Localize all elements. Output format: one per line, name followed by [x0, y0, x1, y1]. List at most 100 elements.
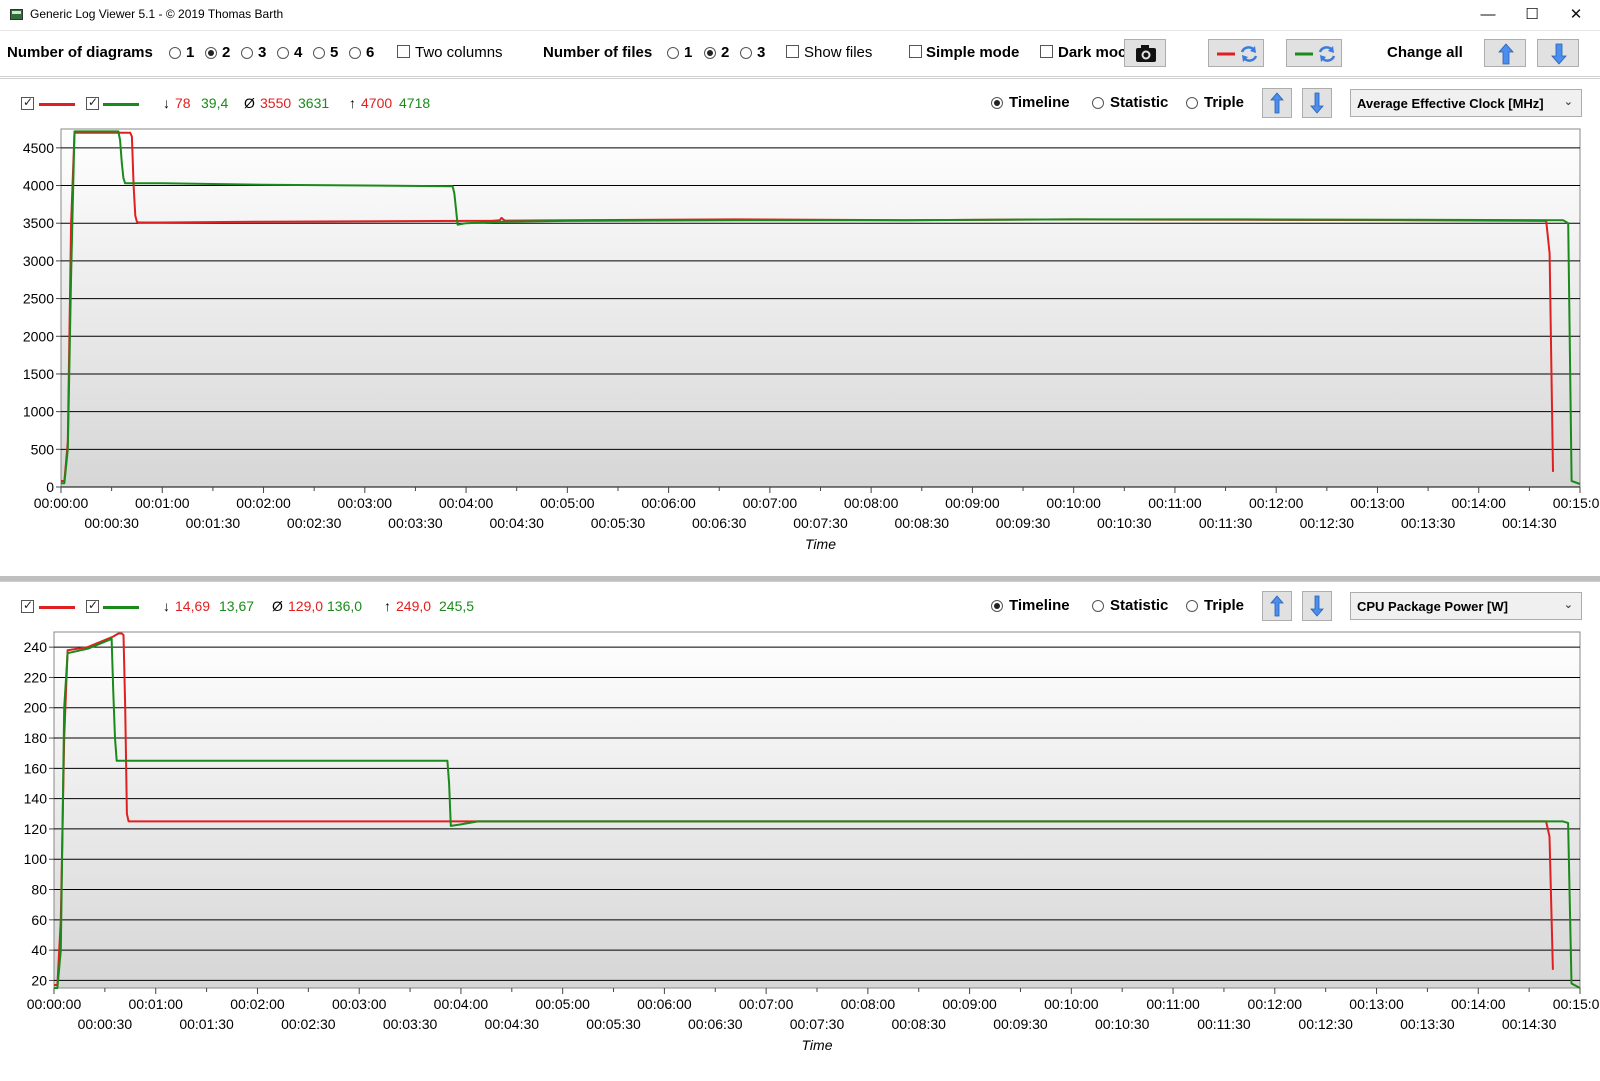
red-refresh-button[interactable]: [1208, 39, 1264, 67]
max-green-value: 4718: [399, 95, 431, 111]
y-tick-label: 2500: [23, 291, 54, 307]
y-tick-label: 200: [24, 700, 48, 716]
files-radio-1-label: 1: [684, 44, 693, 61]
minimize-button[interactable]: —: [1466, 0, 1510, 30]
min-red-value: 78: [175, 95, 191, 111]
number-of-files-label: Number of files: [543, 44, 653, 61]
statistic-radio[interactable]: [1092, 97, 1104, 109]
x-minor-tick-label: 00:03:30: [383, 1016, 438, 1032]
diagrams-radio-4-label: 4: [294, 44, 303, 61]
x-minor-tick-label: 00:06:30: [692, 515, 747, 531]
green-series-checkbox[interactable]: [86, 95, 99, 110]
y-tick-label: 120: [24, 821, 48, 837]
timeline-radio[interactable]: [991, 97, 1003, 109]
x-tick-label: 00:11:00: [1146, 996, 1200, 1012]
show-files-checkbox[interactable]: [786, 45, 799, 58]
x-minor-tick-label: 00:00:30: [78, 1016, 133, 1032]
files-radio-1[interactable]: [667, 47, 679, 59]
diagrams-radio-2[interactable]: [205, 47, 217, 59]
x-minor-tick-label: 00:13:30: [1401, 515, 1456, 531]
max-red-value: 4700: [361, 95, 393, 111]
sensor-select[interactable]: CPU Package Power [W] ⌄: [1350, 592, 1582, 620]
number-of-diagrams-label: Number of diagrams: [7, 44, 153, 61]
green-refresh-button[interactable]: [1286, 39, 1342, 67]
files-radio-2[interactable]: [704, 47, 716, 59]
y-tick-label: 2000: [23, 328, 54, 344]
diagram-panel-2: ↓ 14,69 13,67 Ø 129,0 136,0 ↑ 249,0 245,…: [0, 581, 1600, 1081]
diagrams-radio-1[interactable]: [169, 47, 181, 59]
x-minor-tick-label: 00:12:30: [1298, 1016, 1353, 1032]
diagrams-radio-6[interactable]: [349, 47, 361, 59]
x-minor-tick-label: 00:08:30: [891, 1016, 946, 1032]
refresh-icon: [1240, 46, 1258, 62]
diagrams-radio-5[interactable]: [313, 47, 325, 59]
red-series-checkbox[interactable]: [21, 598, 34, 613]
x-minor-tick-label: 00:01:30: [186, 515, 241, 531]
x-tick-label: 00:09:00: [945, 495, 1000, 511]
y-tick-label: 3500: [23, 215, 54, 231]
dark-mode-checkbox[interactable]: [1040, 45, 1053, 58]
change-all-down-button[interactable]: [1537, 39, 1579, 67]
triple-radio[interactable]: [1186, 97, 1198, 109]
x-tick-label: 00:10:00: [1046, 495, 1101, 511]
x-tick-label: 00:13:00: [1349, 996, 1404, 1012]
timeline-label: Timeline: [1009, 94, 1070, 111]
chevron-down-icon: ⌄: [1563, 599, 1573, 611]
diagrams-radio-5-label: 5: [330, 44, 339, 61]
max-red-value: 249,0: [396, 598, 432, 614]
red-series-checkbox[interactable]: [21, 95, 34, 110]
x-tick-label: 00:06:00: [641, 495, 696, 511]
triple-radio[interactable]: [1186, 600, 1198, 612]
sensor-select[interactable]: Average Effective Clock [MHz] ⌄: [1350, 89, 1582, 117]
x-tick-label: 00:07:00: [743, 495, 798, 511]
diagrams-radio-3[interactable]: [241, 47, 253, 59]
x-minor-tick-label: 00:02:30: [281, 1016, 336, 1032]
x-minor-tick-label: 00:01:30: [179, 1016, 234, 1032]
camera-icon: [1136, 45, 1156, 62]
arrow-down-icon: [1310, 92, 1324, 114]
x-minor-tick-label: 00:06:30: [688, 1016, 743, 1032]
app-icon: [10, 9, 23, 20]
x-minor-tick-label: 00:11:30: [1199, 515, 1253, 531]
x-minor-tick-label: 00:02:30: [287, 515, 342, 531]
diagrams-radio-4[interactable]: [277, 47, 289, 59]
change-all-up-button[interactable]: [1484, 39, 1526, 67]
max-green-value: 245,5: [439, 598, 475, 614]
x-minor-tick-label: 00:04:30: [489, 515, 544, 531]
green-series-checkbox[interactable]: [86, 598, 99, 613]
x-tick-label: 00:12:00: [1249, 495, 1304, 511]
min-green-value: 39,4: [201, 95, 229, 111]
panel-up-button[interactable]: [1262, 591, 1292, 621]
x-tick-label: 00:01:00: [128, 996, 183, 1012]
x-tick-label: 00:02:00: [230, 996, 285, 1012]
max-arrow-icon: ↑: [384, 598, 391, 614]
x-minor-tick-label: 00:00:30: [84, 515, 139, 531]
panel-down-button[interactable]: [1302, 591, 1332, 621]
timeline-radio[interactable]: [991, 600, 1003, 612]
arrow-up-icon: [1498, 43, 1514, 65]
x-minor-tick-label: 00:10:30: [1095, 1016, 1150, 1032]
y-tick-label: 160: [24, 760, 48, 776]
y-tick-label: 240: [24, 639, 48, 655]
x-tick-label: 00:02:00: [236, 495, 291, 511]
show-files-label: Show files: [804, 44, 873, 61]
x-minor-tick-label: 00:05:30: [591, 515, 646, 531]
close-button[interactable]: ✕: [1554, 0, 1598, 30]
panel-up-button[interactable]: [1262, 88, 1292, 118]
x-minor-tick-label: 00:07:30: [790, 1016, 845, 1032]
panel-down-button[interactable]: [1302, 88, 1332, 118]
simple-mode-checkbox[interactable]: [909, 45, 922, 58]
x-axis-label: Time: [802, 1037, 833, 1053]
two-columns-checkbox[interactable]: [397, 45, 410, 58]
screenshot-button[interactable]: [1124, 39, 1166, 67]
maximize-button[interactable]: ☐: [1510, 0, 1554, 30]
red-legend-line: [39, 103, 75, 106]
x-minor-tick-label: 00:12:30: [1300, 515, 1355, 531]
arrow-down-icon: [1310, 595, 1324, 617]
y-tick-label: 80: [31, 882, 47, 898]
files-radio-3[interactable]: [740, 47, 752, 59]
timeline-label: Timeline: [1009, 597, 1070, 614]
arrow-up-icon: [1270, 595, 1284, 617]
statistic-radio[interactable]: [1092, 600, 1104, 612]
chart-2: 20 40 60 80 100 120 140 160 180 200 220 240 00:00:00…: [24, 631, 1600, 1053]
